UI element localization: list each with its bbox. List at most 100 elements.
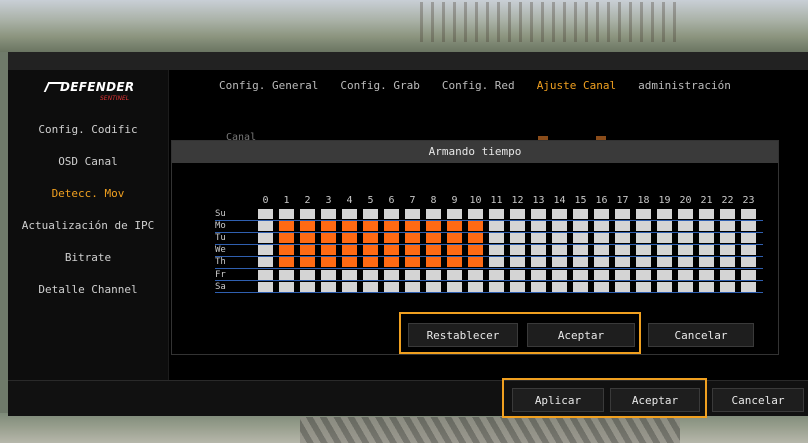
schedule-cell[interactable] <box>426 281 441 292</box>
schedule-cell[interactable] <box>279 233 294 244</box>
schedule-cell[interactable] <box>321 245 336 256</box>
schedule-cell[interactable] <box>279 221 294 232</box>
schedule-cell[interactable] <box>594 221 609 232</box>
schedule-cell[interactable] <box>510 245 525 256</box>
schedule-cell[interactable] <box>552 281 567 292</box>
schedule-cell[interactable] <box>300 245 315 256</box>
schedule-cell[interactable] <box>426 209 441 219</box>
schedule-cell[interactable] <box>573 221 588 232</box>
sidebar-item-bitrate[interactable]: Bitrate <box>8 242 168 273</box>
schedule-cell[interactable] <box>468 245 483 256</box>
schedule-cell[interactable] <box>363 245 378 256</box>
schedule-cell[interactable] <box>489 245 504 256</box>
schedule-cell[interactable] <box>300 281 315 292</box>
schedule-cell[interactable] <box>741 245 756 256</box>
schedule-cell[interactable] <box>636 233 651 244</box>
tab-administracion[interactable]: administración <box>627 76 742 96</box>
schedule-cell[interactable] <box>678 233 693 244</box>
schedule-cell[interactable] <box>363 281 378 292</box>
sidebar-item-config-codific[interactable]: Config. Codific <box>8 114 168 145</box>
schedule-cell[interactable] <box>342 281 357 292</box>
sidebar-item-detalle-channel[interactable]: Detalle Channel <box>8 274 168 305</box>
schedule-cell[interactable] <box>657 209 672 219</box>
schedule-cell[interactable] <box>510 221 525 232</box>
schedule-cell[interactable] <box>594 281 609 292</box>
schedule-cell[interactable] <box>342 233 357 244</box>
sidebar-item-actualizacion-ipc[interactable]: Actualización de IPC <box>8 210 168 241</box>
schedule-cell[interactable] <box>594 209 609 219</box>
schedule-cell[interactable] <box>594 269 609 280</box>
schedule-cell[interactable] <box>279 245 294 256</box>
schedule-cell[interactable] <box>405 257 420 268</box>
schedule-cell[interactable] <box>741 221 756 232</box>
schedule-cell[interactable] <box>531 269 546 280</box>
schedule-cell[interactable] <box>636 221 651 232</box>
schedule-cell[interactable] <box>447 245 462 256</box>
dialog-accept-button[interactable]: Aceptar <box>527 323 635 347</box>
schedule-cell[interactable] <box>531 233 546 244</box>
schedule-cell[interactable] <box>342 269 357 280</box>
schedule-cell[interactable] <box>678 269 693 280</box>
schedule-cell[interactable] <box>657 245 672 256</box>
schedule-cell[interactable] <box>699 209 714 219</box>
schedule-cell[interactable] <box>405 245 420 256</box>
schedule-cell[interactable] <box>342 221 357 232</box>
schedule-cell[interactable] <box>720 221 735 232</box>
dialog-cancel-button[interactable]: Cancelar <box>648 323 754 347</box>
schedule-cell[interactable] <box>657 269 672 280</box>
schedule-cell[interactable] <box>489 257 504 268</box>
schedule-cell[interactable] <box>447 209 462 219</box>
schedule-cell[interactable] <box>384 257 399 268</box>
schedule-cell[interactable] <box>636 257 651 268</box>
schedule-cell[interactable] <box>405 269 420 280</box>
schedule-cell[interactable] <box>552 233 567 244</box>
schedule-cell[interactable] <box>468 209 483 219</box>
schedule-cell[interactable] <box>258 245 273 256</box>
schedule-cell[interactable] <box>552 269 567 280</box>
schedule-cell[interactable] <box>447 257 462 268</box>
schedule-cell[interactable] <box>468 257 483 268</box>
schedule-cell[interactable] <box>489 269 504 280</box>
schedule-cell[interactable] <box>741 233 756 244</box>
schedule-cell[interactable] <box>552 209 567 219</box>
schedule-cell[interactable] <box>384 269 399 280</box>
schedule-cell[interactable] <box>405 281 420 292</box>
schedule-cell[interactable] <box>447 269 462 280</box>
schedule-cell[interactable] <box>342 245 357 256</box>
schedule-cell[interactable] <box>657 221 672 232</box>
schedule-cell[interactable] <box>657 233 672 244</box>
schedule-cell[interactable] <box>489 281 504 292</box>
schedule-cell[interactable] <box>405 209 420 219</box>
schedule-cell[interactable] <box>384 233 399 244</box>
schedule-cell[interactable] <box>720 245 735 256</box>
schedule-cell[interactable] <box>636 209 651 219</box>
schedule-cell[interactable] <box>657 281 672 292</box>
schedule-cell[interactable] <box>615 233 630 244</box>
schedule-cell[interactable] <box>615 257 630 268</box>
schedule-cell[interactable] <box>615 209 630 219</box>
schedule-cell[interactable] <box>699 221 714 232</box>
schedule-cell[interactable] <box>426 221 441 232</box>
schedule-cell[interactable] <box>300 221 315 232</box>
schedule-cell[interactable] <box>678 245 693 256</box>
schedule-cell[interactable] <box>552 221 567 232</box>
schedule-cell[interactable] <box>510 281 525 292</box>
schedule-cell[interactable] <box>531 209 546 219</box>
schedule-cell[interactable] <box>678 257 693 268</box>
schedule-cell[interactable] <box>699 245 714 256</box>
schedule-cell[interactable] <box>258 257 273 268</box>
schedule-cell[interactable] <box>258 269 273 280</box>
tab-config-red[interactable]: Config. Red <box>431 76 526 96</box>
sidebar-item-detecc-mov[interactable]: Detecc. Mov <box>8 178 168 209</box>
schedule-cell[interactable] <box>405 221 420 232</box>
schedule-cell[interactable] <box>363 221 378 232</box>
schedule-cell[interactable] <box>384 209 399 219</box>
schedule-cell[interactable] <box>531 245 546 256</box>
schedule-cell[interactable] <box>741 281 756 292</box>
schedule-cell[interactable] <box>279 269 294 280</box>
schedule-cell[interactable] <box>741 209 756 219</box>
schedule-cell[interactable] <box>363 257 378 268</box>
reset-button[interactable]: Restablecer <box>408 323 518 347</box>
schedule-cell[interactable] <box>300 233 315 244</box>
schedule-cell[interactable] <box>321 269 336 280</box>
